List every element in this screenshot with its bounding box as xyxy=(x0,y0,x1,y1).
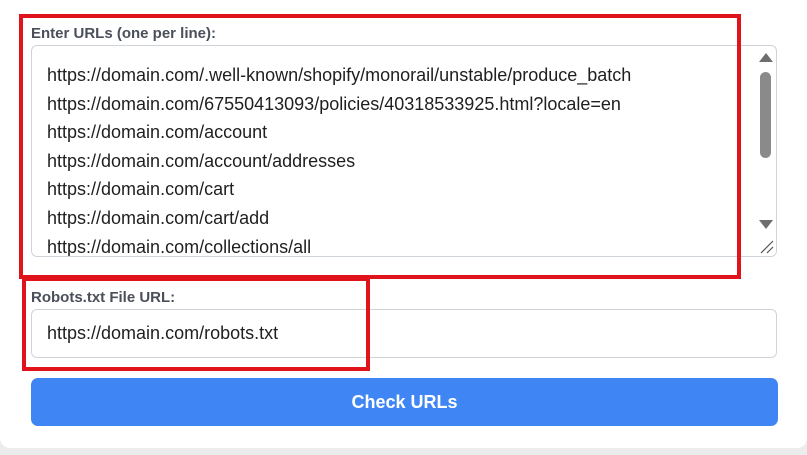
url-line: https://domain.com/account/addresses xyxy=(47,150,356,171)
url-line: https://domain.com/account xyxy=(47,122,268,143)
url-checker-card: Enter URLs (one per line): https://domai… xyxy=(0,0,807,448)
urls-label: Enter URLs (one per line): xyxy=(31,25,217,42)
url-line: https://domain.com/cart xyxy=(47,179,235,200)
url-line: https://domain.com/collections/all xyxy=(47,236,312,257)
scroll-up-arrow-icon[interactable] xyxy=(759,53,773,62)
page: Enter URLs (one per line): https://domai… xyxy=(0,0,807,455)
url-line: https://domain.com/67550413093/policies/… xyxy=(47,93,621,114)
resize-grip-icon[interactable] xyxy=(753,235,775,255)
url-line: https://domain.com/.well-known/shopify/m… xyxy=(47,65,632,85)
check-urls-button[interactable]: Check URLs xyxy=(31,378,778,426)
url-list: https://domain.com/.well-known/shopify/m… xyxy=(47,61,632,257)
url-line: https://domain.com/cart/add xyxy=(47,207,270,228)
robots-url-input[interactable]: https://domain.com/robots.txt xyxy=(31,309,777,358)
urls-textarea[interactable]: https://domain.com/.well-known/shopify/m… xyxy=(31,45,777,257)
textarea-scrollbar[interactable] xyxy=(754,46,776,238)
scroll-thumb[interactable] xyxy=(760,72,771,158)
scroll-down-arrow-icon[interactable] xyxy=(759,220,773,229)
robots-url-label: Robots.txt File URL: xyxy=(31,289,176,306)
